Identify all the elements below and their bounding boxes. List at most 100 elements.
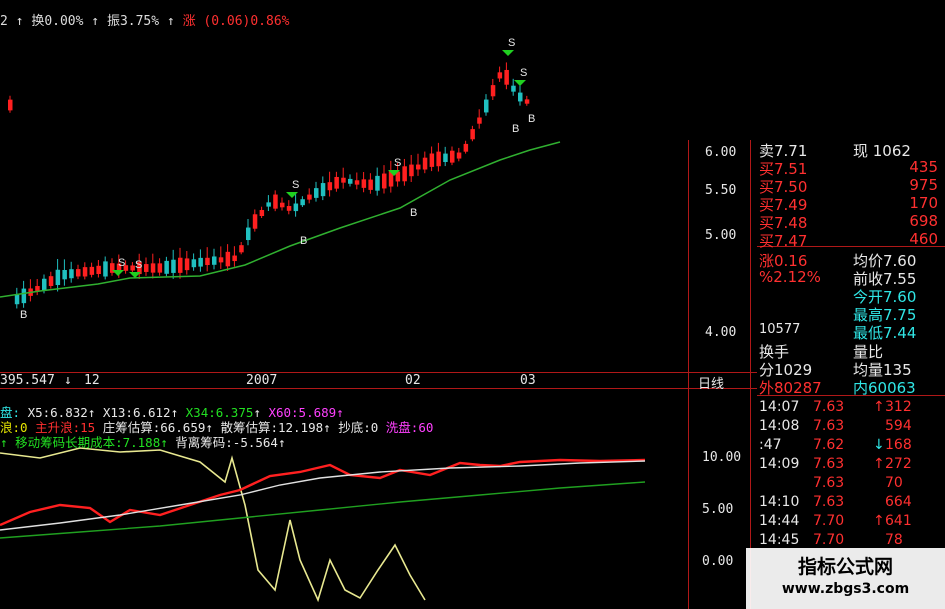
time-label: 03 — [520, 373, 536, 388]
candle-body — [266, 202, 271, 207]
bid-volume: 975 — [909, 176, 938, 194]
sell-marker: S — [520, 67, 527, 79]
tick-time: 14:10 — [759, 494, 800, 510]
candle-body — [375, 175, 380, 191]
tick-volume: 168 — [885, 437, 912, 453]
candle-body — [178, 257, 183, 273]
candle-body — [490, 85, 496, 97]
candle-body — [504, 69, 509, 85]
tick-time: 14:08 — [759, 418, 800, 434]
bid-price: 买7.47 — [759, 232, 808, 250]
candle-body — [422, 157, 428, 170]
candle-body — [8, 99, 13, 111]
time-axis-bottom-line — [0, 388, 757, 389]
candle-body — [456, 152, 462, 159]
watermark-title: 指标公式网 — [797, 556, 893, 578]
candle-body — [184, 258, 190, 271]
candle-body — [477, 117, 482, 124]
candle-body — [327, 182, 333, 191]
candle-body — [82, 267, 88, 277]
candle-body — [157, 263, 163, 273]
candle-body — [76, 269, 81, 277]
tick-time: 14:07 — [759, 399, 800, 415]
ind-label: 抄底:0 — [338, 420, 379, 435]
price-axis-divider — [688, 140, 689, 609]
quote-panel-divider — [750, 140, 751, 609]
candle-body — [307, 194, 312, 200]
up-arrow-icon: ↑ — [873, 399, 885, 415]
ind-label: 移动筹码长期成本:7.188 — [15, 435, 161, 450]
tick-price: 7.70 — [813, 532, 845, 548]
bid-volume: 170 — [909, 194, 938, 212]
sell-marker: S — [292, 179, 299, 191]
down-arrow-icon: ↓ — [873, 437, 885, 453]
candle-body — [96, 265, 101, 275]
candle-body — [334, 176, 339, 189]
candle-body — [21, 288, 27, 304]
price-chart[interactable]: S SSSSSBBBBB — [0, 0, 945, 609]
up-arrow-icon: ↑ — [873, 513, 885, 529]
tick-price: 7.62 — [813, 437, 845, 453]
tick-volume: 664 — [885, 494, 912, 510]
tick-price: 7.63 — [813, 399, 845, 415]
candle-body — [450, 150, 455, 163]
buy-marker: B — [512, 123, 519, 135]
tick-volume: 272 — [885, 456, 912, 472]
tick-time: 14:44 — [759, 513, 800, 529]
indicator-line-3: ↑ 移动筹码长期成本:7.188↑ 背离筹码:-5.564↑ — [0, 432, 286, 451]
candle-body — [463, 143, 469, 152]
watermark-url: www.zbgs3.com — [781, 581, 910, 597]
buy-marker: B — [20, 309, 27, 321]
candle-body — [382, 173, 387, 189]
candle-body — [42, 278, 47, 291]
candle-body — [361, 179, 367, 188]
up-arrow-icon: ↑ — [160, 435, 168, 450]
candle-body — [314, 188, 319, 198]
candle-body — [144, 264, 149, 272]
indicator-tick: 5.00 — [702, 502, 734, 517]
candle-body — [164, 260, 169, 274]
candle-body — [48, 276, 54, 287]
ask-row: 卖7.71 现 1062 — [757, 140, 942, 160]
cursor-value: 395.547 — [0, 373, 55, 388]
low-price: 最低7.44 — [853, 324, 917, 342]
price-tick: 4.00 — [705, 325, 737, 340]
candle-body — [402, 166, 407, 182]
candle-body — [103, 261, 108, 277]
ind-label: 洗盘:60 — [385, 420, 434, 435]
candle-body — [300, 199, 305, 206]
tick-time: 14:45 — [759, 532, 800, 548]
tick-price: 7.63 — [813, 494, 845, 510]
change-percent: %2.12% — [759, 268, 821, 286]
candle-body — [416, 164, 421, 170]
candle-body — [259, 209, 265, 217]
down-arrow-icon: ↓ — [64, 373, 72, 388]
candle-body — [35, 286, 40, 291]
sell-arrow-icon — [502, 50, 514, 56]
sell-arrow-icon — [112, 270, 124, 276]
candle-body — [497, 72, 503, 79]
candle-body — [252, 214, 258, 229]
sell-marker: S — [508, 37, 515, 49]
period-label[interactable]: 日线 — [698, 373, 724, 392]
tick-price: 7.63 — [813, 475, 845, 491]
candle-body — [354, 180, 360, 185]
indicator-yellow-line — [0, 447, 426, 603]
bid-volume: 698 — [909, 212, 938, 230]
tick-volume: 312 — [885, 399, 912, 415]
bid-volume: 435 — [909, 158, 938, 176]
indicator-tick: 10.00 — [702, 450, 742, 465]
current-volume: 现 1062 — [853, 142, 911, 160]
up-arrow-icon: ↑ — [323, 420, 331, 435]
tick-volume: 641 — [885, 513, 912, 529]
candle-body — [320, 183, 326, 197]
sell-arrow-icon — [514, 80, 526, 86]
time-label: 12 — [84, 373, 100, 388]
candle-body — [246, 227, 251, 241]
tick-price: 7.63 — [813, 418, 845, 434]
candle-body — [429, 153, 435, 167]
candle-body — [232, 255, 237, 262]
time-axis-top-line — [0, 372, 757, 373]
candle-body — [484, 99, 489, 113]
sell-marker: S — [118, 257, 125, 269]
